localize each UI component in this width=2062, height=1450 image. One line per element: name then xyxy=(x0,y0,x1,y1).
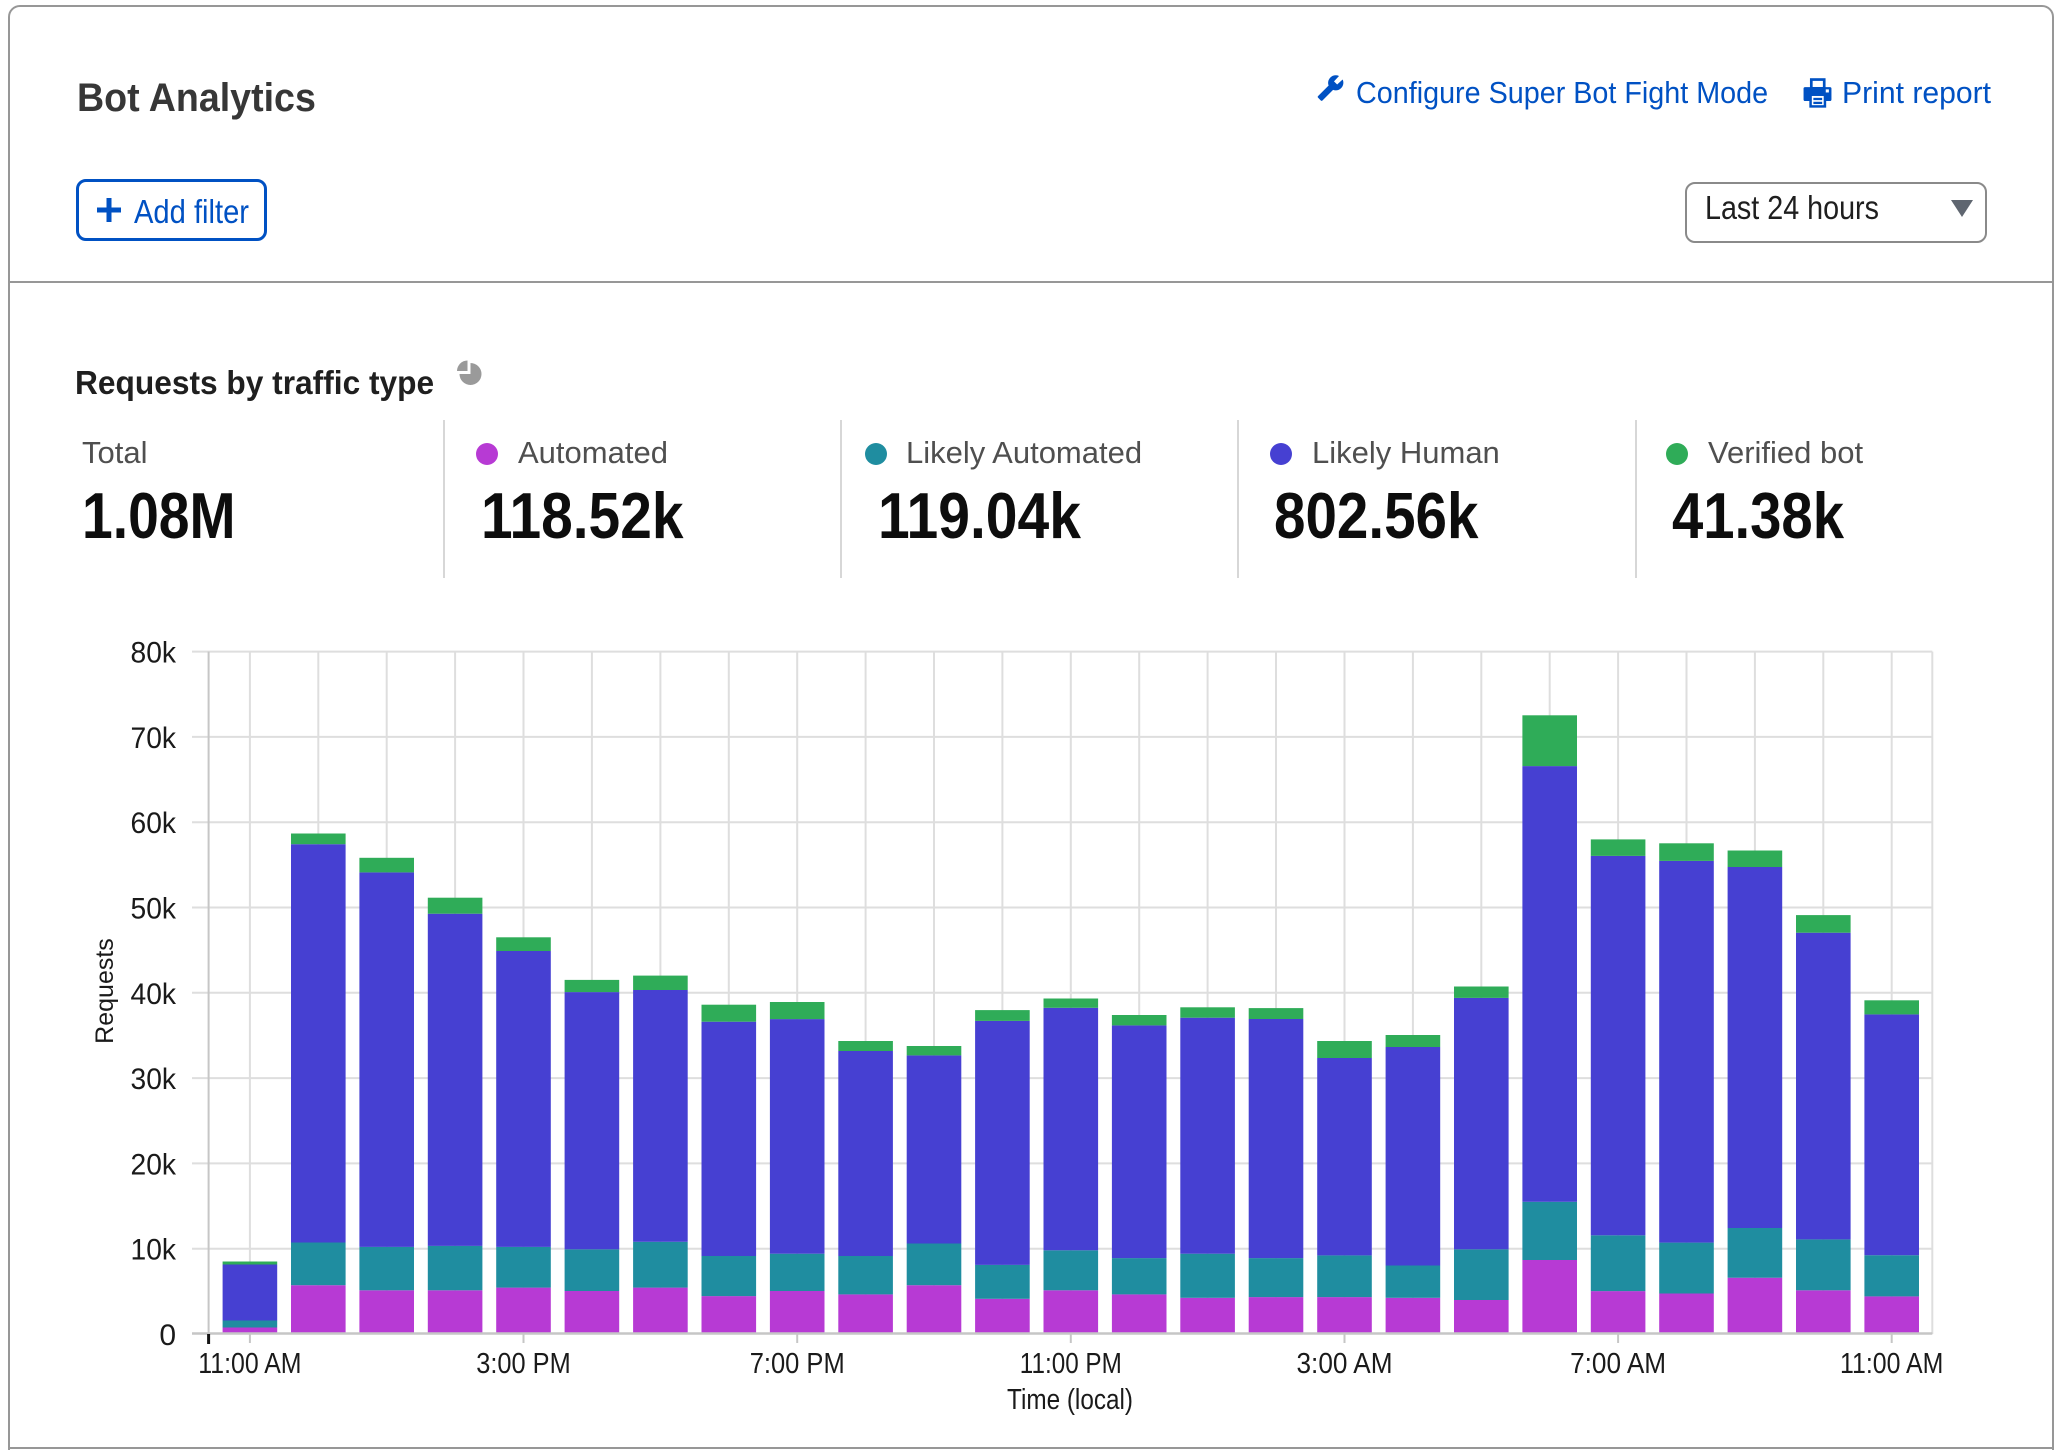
svg-text:Requests: Requests xyxy=(91,938,119,1044)
svg-text:60k: 60k xyxy=(131,807,177,840)
svg-text:70k: 70k xyxy=(131,722,177,755)
svg-text:7:00 AM: 7:00 AM xyxy=(1570,1348,1666,1380)
svg-text:Time (local): Time (local) xyxy=(1007,1384,1133,1416)
svg-text:40k: 40k xyxy=(131,978,177,1011)
svg-text:10k: 10k xyxy=(131,1234,177,1267)
svg-text:11:00 PM: 11:00 PM xyxy=(1020,1348,1122,1380)
svg-text:11:00 AM: 11:00 AM xyxy=(1840,1348,1943,1380)
svg-text:0: 0 xyxy=(159,1319,176,1352)
svg-text:30k: 30k xyxy=(131,1063,177,1096)
svg-text:3:00 PM: 3:00 PM xyxy=(476,1348,570,1380)
svg-text:3:00 AM: 3:00 AM xyxy=(1297,1348,1393,1380)
svg-text:50k: 50k xyxy=(131,893,177,926)
svg-text:7:00 PM: 7:00 PM xyxy=(750,1348,845,1380)
svg-text:20k: 20k xyxy=(131,1148,177,1181)
svg-text:80k: 80k xyxy=(131,637,177,670)
svg-text:11:00 AM: 11:00 AM xyxy=(198,1348,301,1380)
